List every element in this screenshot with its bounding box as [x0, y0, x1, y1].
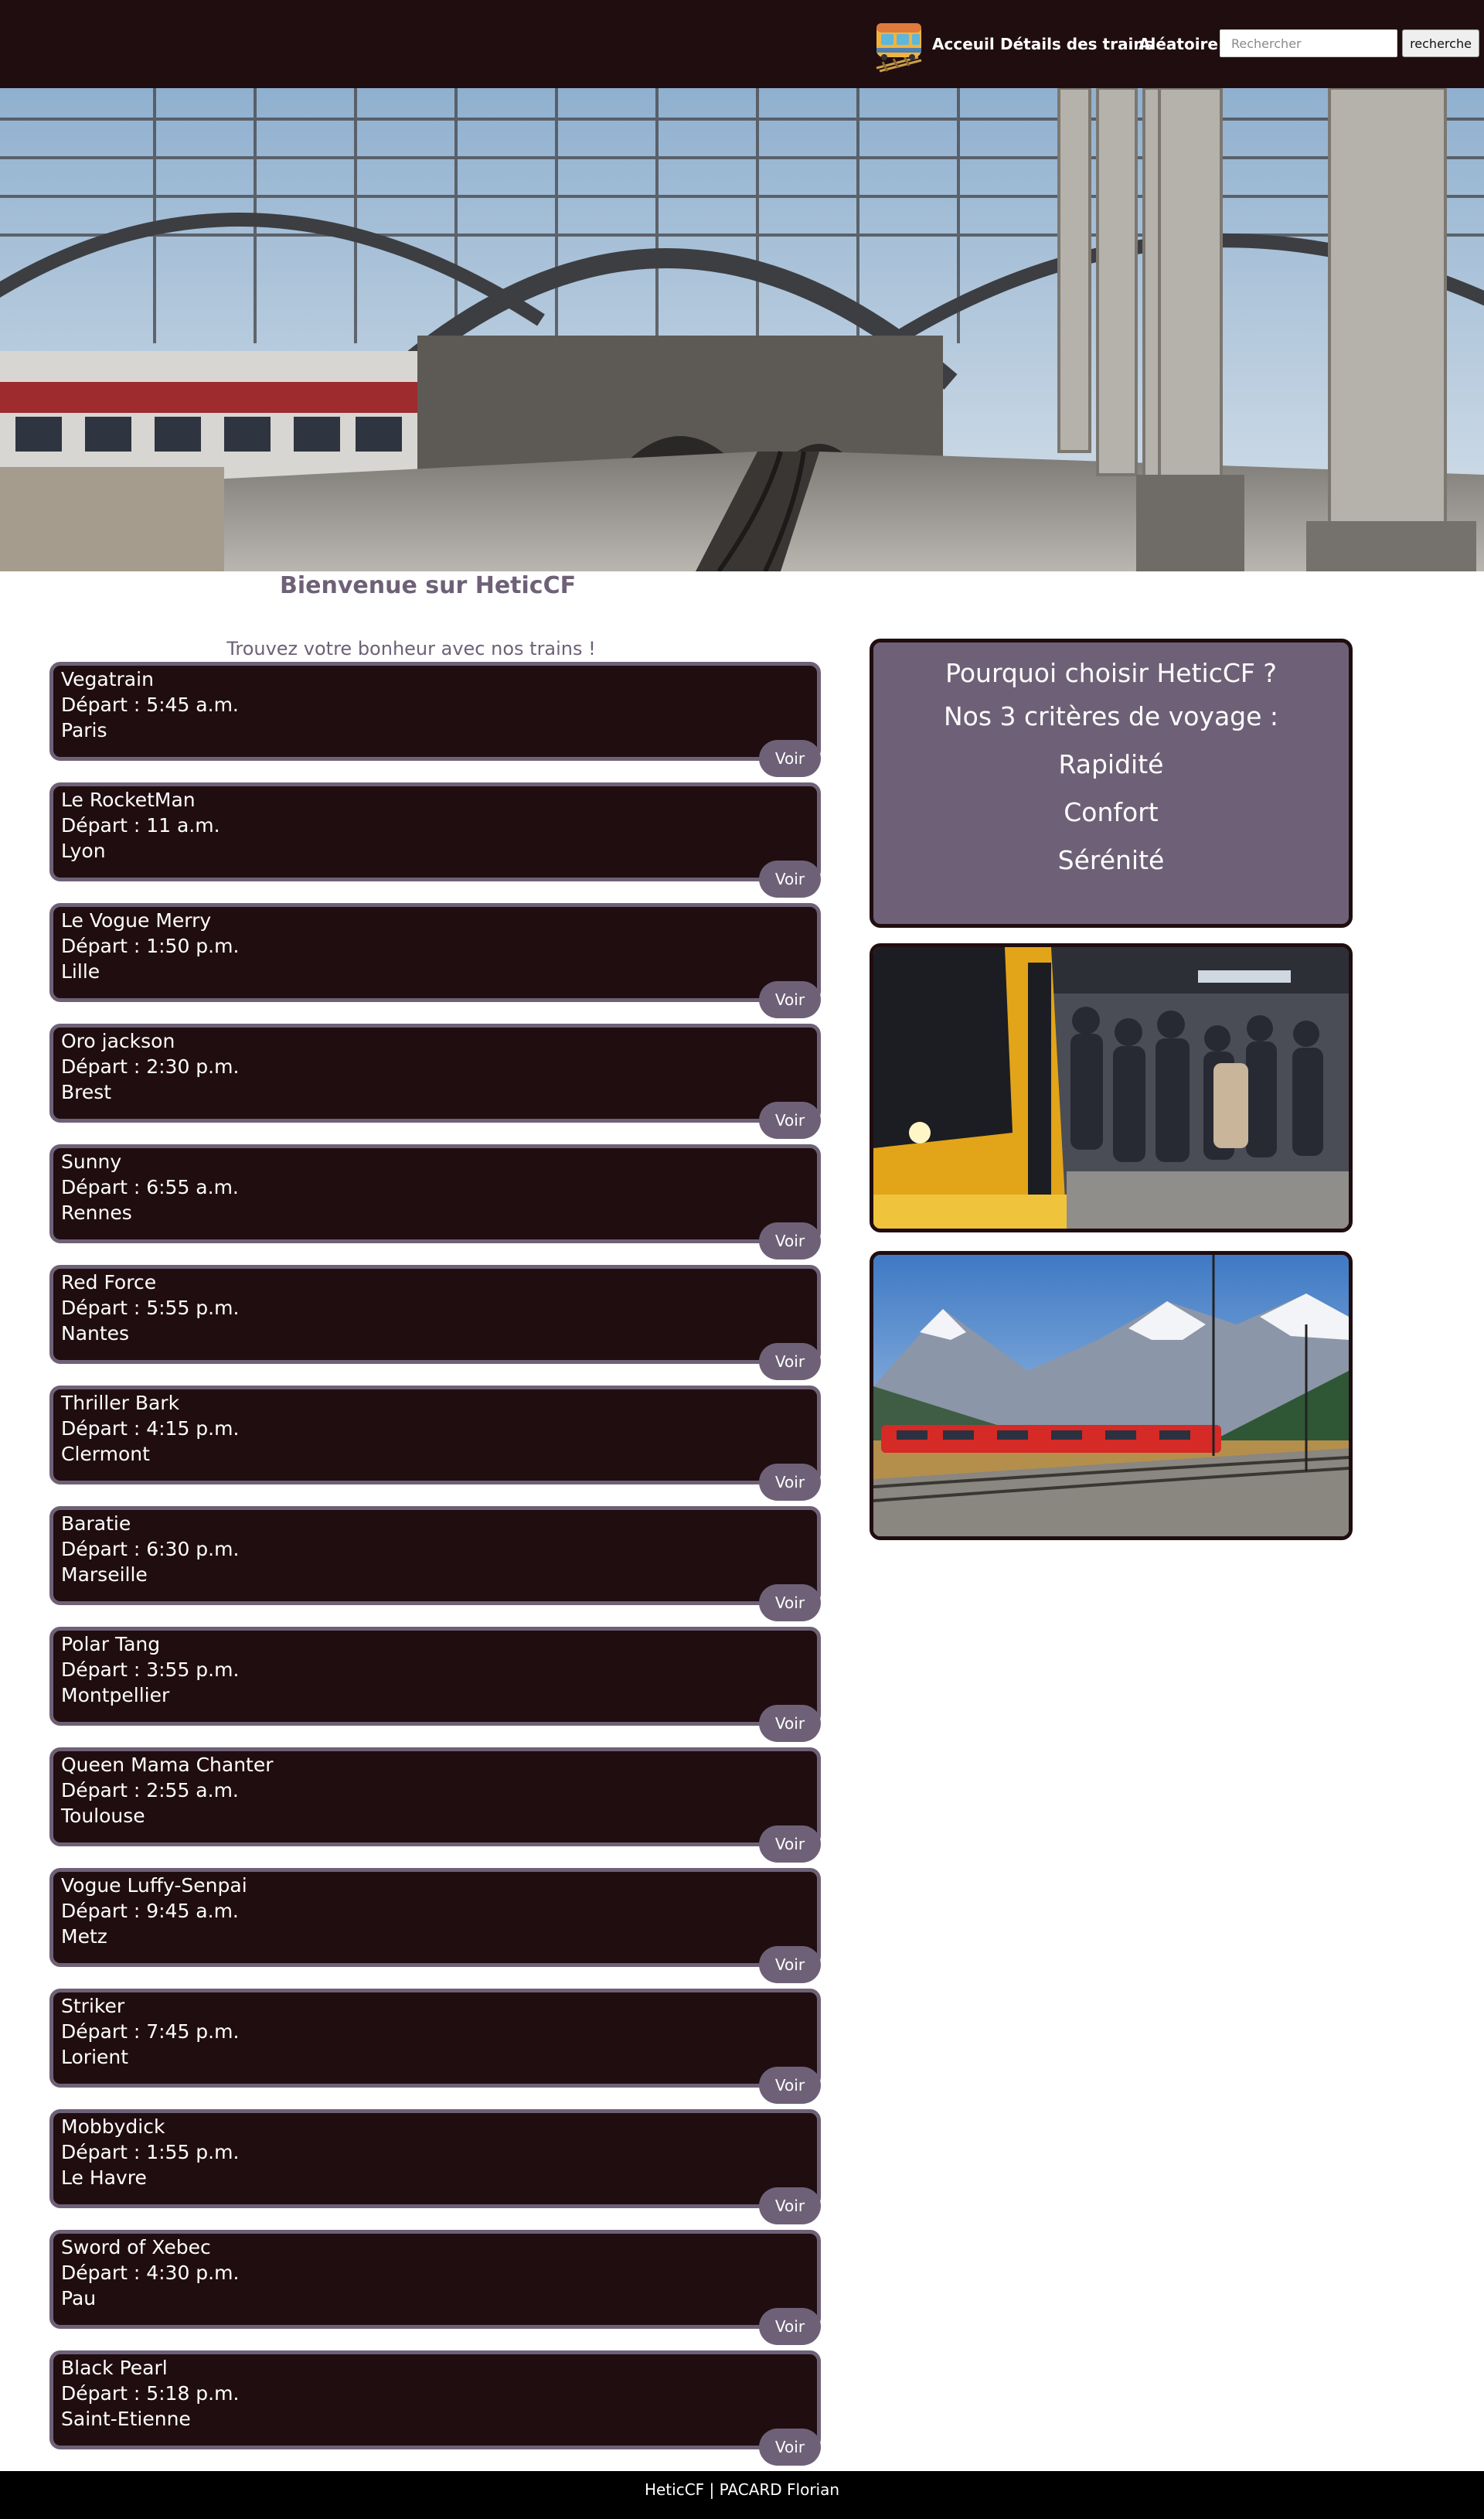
navbar: Acceuil Détails des trains Aléatoire rec… — [0, 0, 1484, 88]
criterion-serenite: Sérénité — [1057, 845, 1165, 875]
train-card: Oro jackson Départ : 2:30 p.m. Brest Voi… — [49, 1024, 821, 1139]
page-title: Bienvenue sur HeticCF — [280, 572, 577, 599]
train-departure: Départ : 6:30 p.m. — [61, 1538, 240, 1560]
voir-button[interactable]: Voir — [759, 1464, 821, 1501]
footer: HeticCF | PACARD Florian — [0, 2471, 1484, 2519]
voir-button[interactable]: Voir — [759, 1102, 821, 1139]
train-card: Mobbydick Départ : 1:55 p.m. Le Havre Vo… — [49, 2109, 821, 2224]
train-city: Clermont — [61, 1443, 150, 1465]
train-name: Sword of Xebec — [61, 2236, 211, 2258]
voir-button[interactable]: Voir — [759, 2308, 821, 2345]
hero-station-image — [0, 88, 1484, 571]
train-card: Sunny Départ : 6:55 a.m. Rennes Voir — [49, 1144, 821, 1260]
train-departure: Départ : 7:45 p.m. — [61, 2020, 240, 2043]
train-departure: Départ : 5:45 a.m. — [61, 694, 239, 716]
train-card: Striker Départ : 7:45 p.m. Lorient Voir — [49, 1989, 821, 2104]
why-choose-box: Pourquoi choisir HeticCF ? Nos 3 critère… — [870, 639, 1353, 928]
train-card: Vegatrain Départ : 5:45 a.m. Paris Voir — [49, 662, 821, 777]
train-city: Rennes — [61, 1202, 132, 1224]
train-card: Sword of Xebec Départ : 4:30 p.m. Pau Vo… — [49, 2230, 821, 2345]
voir-button[interactable]: Voir — [759, 981, 821, 1018]
train-city: Saint-Etienne — [61, 2408, 191, 2430]
voir-button[interactable]: Voir — [759, 1825, 821, 1863]
train-departure: Départ : 4:30 p.m. — [61, 2262, 240, 2284]
voir-button[interactable]: Voir — [759, 2067, 821, 2104]
why-subtitle: Nos 3 critères de voyage : — [943, 701, 1279, 731]
voir-button[interactable]: Voir — [759, 861, 821, 898]
train-departure: Départ : 11 a.m. — [61, 814, 220, 837]
train-departure: Départ : 6:55 a.m. — [61, 1176, 239, 1198]
train-name: Sunny — [61, 1150, 122, 1173]
passengers-boarding-image — [870, 943, 1353, 1232]
train-departure: Départ : 9:45 a.m. — [61, 1900, 239, 1922]
train-departure: Départ : 5:55 p.m. — [61, 1297, 240, 1319]
train-city: Lyon — [61, 840, 106, 862]
train-departure: Départ : 1:50 p.m. — [61, 935, 240, 957]
tagline: Trouvez votre bonheur avec nos trains ! — [226, 638, 596, 660]
train-city: Brest — [61, 1081, 112, 1103]
train-card: Red Force Départ : 5:55 p.m. Nantes Voir — [49, 1265, 821, 1380]
train-city: Metz — [61, 1925, 107, 1948]
mountain-train-image — [870, 1251, 1353, 1540]
voir-button[interactable]: Voir — [759, 1705, 821, 1742]
train-city: Montpellier — [61, 1684, 170, 1706]
train-departure: Départ : 4:15 p.m. — [61, 1417, 240, 1440]
criterion-rapidite: Rapidité — [1058, 749, 1164, 779]
nav-link-accueil[interactable]: Acceuil — [932, 34, 995, 54]
train-name: Baratie — [61, 1512, 131, 1535]
train-card: Black Pearl Départ : 5:18 p.m. Saint-Eti… — [49, 2350, 821, 2466]
train-card: Polar Tang Départ : 3:55 p.m. Montpellie… — [49, 1627, 821, 1742]
search-input[interactable] — [1220, 29, 1397, 57]
train-city: Toulouse — [61, 1805, 145, 1827]
train-city: Lorient — [61, 2046, 129, 2068]
nav-link-aleatoire[interactable]: Aléatoire — [1139, 34, 1218, 54]
train-logo-icon[interactable] — [872, 12, 929, 73]
voir-button[interactable]: Voir — [759, 1584, 821, 1621]
train-name: Black Pearl — [61, 2357, 168, 2379]
train-name: Queen Mama Chanter — [61, 1754, 274, 1776]
train-departure: Départ : 5:18 p.m. — [61, 2382, 240, 2405]
train-city: Lille — [61, 960, 100, 983]
train-card: Vogue Luffy-Senpai Départ : 9:45 a.m. Me… — [49, 1868, 821, 1983]
train-city: Paris — [61, 719, 107, 741]
voir-button[interactable]: Voir — [759, 740, 821, 777]
train-name: Red Force — [61, 1271, 157, 1294]
train-city: Pau — [61, 2287, 97, 2309]
train-city: Marseille — [61, 1563, 148, 1586]
train-departure: Départ : 3:55 p.m. — [61, 1658, 240, 1681]
voir-button[interactable]: Voir — [759, 2429, 821, 2466]
voir-button[interactable]: Voir — [759, 1946, 821, 1983]
voir-button[interactable]: Voir — [759, 1222, 821, 1260]
train-city: Nantes — [61, 1322, 130, 1345]
search-button[interactable]: recherche — [1402, 29, 1479, 57]
train-name: Oro jackson — [61, 1030, 175, 1052]
train-card: Le RocketMan Départ : 11 a.m. Lyon Voir — [49, 782, 821, 898]
train-card: Queen Mama Chanter Départ : 2:55 a.m. To… — [49, 1747, 821, 1863]
train-departure: Départ : 2:30 p.m. — [61, 1055, 240, 1078]
train-city: Le Havre — [61, 2166, 147, 2189]
train-card: Thriller Bark Départ : 4:15 p.m. Clermon… — [49, 1386, 821, 1501]
train-name: Vogue Luffy-Senpai — [61, 1874, 247, 1897]
why-title: Pourquoi choisir HeticCF ? — [945, 658, 1277, 688]
train-departure: Départ : 2:55 a.m. — [61, 1779, 239, 1801]
train-name: Le Vogue Merry — [61, 909, 212, 932]
voir-button[interactable]: Voir — [759, 1343, 821, 1380]
train-card: Le Vogue Merry Départ : 1:50 p.m. Lille … — [49, 903, 821, 1018]
train-departure: Départ : 1:55 p.m. — [61, 2141, 240, 2163]
train-name: Striker — [61, 1995, 125, 2017]
voir-button[interactable]: Voir — [759, 2187, 821, 2224]
train-name: Polar Tang — [61, 1633, 161, 1655]
train-name: Le RocketMan — [61, 789, 196, 811]
criterion-confort: Confort — [1064, 797, 1159, 827]
nav-link-details-trains[interactable]: Détails des trains — [1000, 34, 1153, 54]
train-name: Thriller Bark — [61, 1392, 180, 1414]
train-card: Baratie Départ : 6:30 p.m. Marseille Voi… — [49, 1506, 821, 1621]
train-name: Mobbydick — [61, 2115, 165, 2138]
train-name: Vegatrain — [61, 668, 154, 690]
